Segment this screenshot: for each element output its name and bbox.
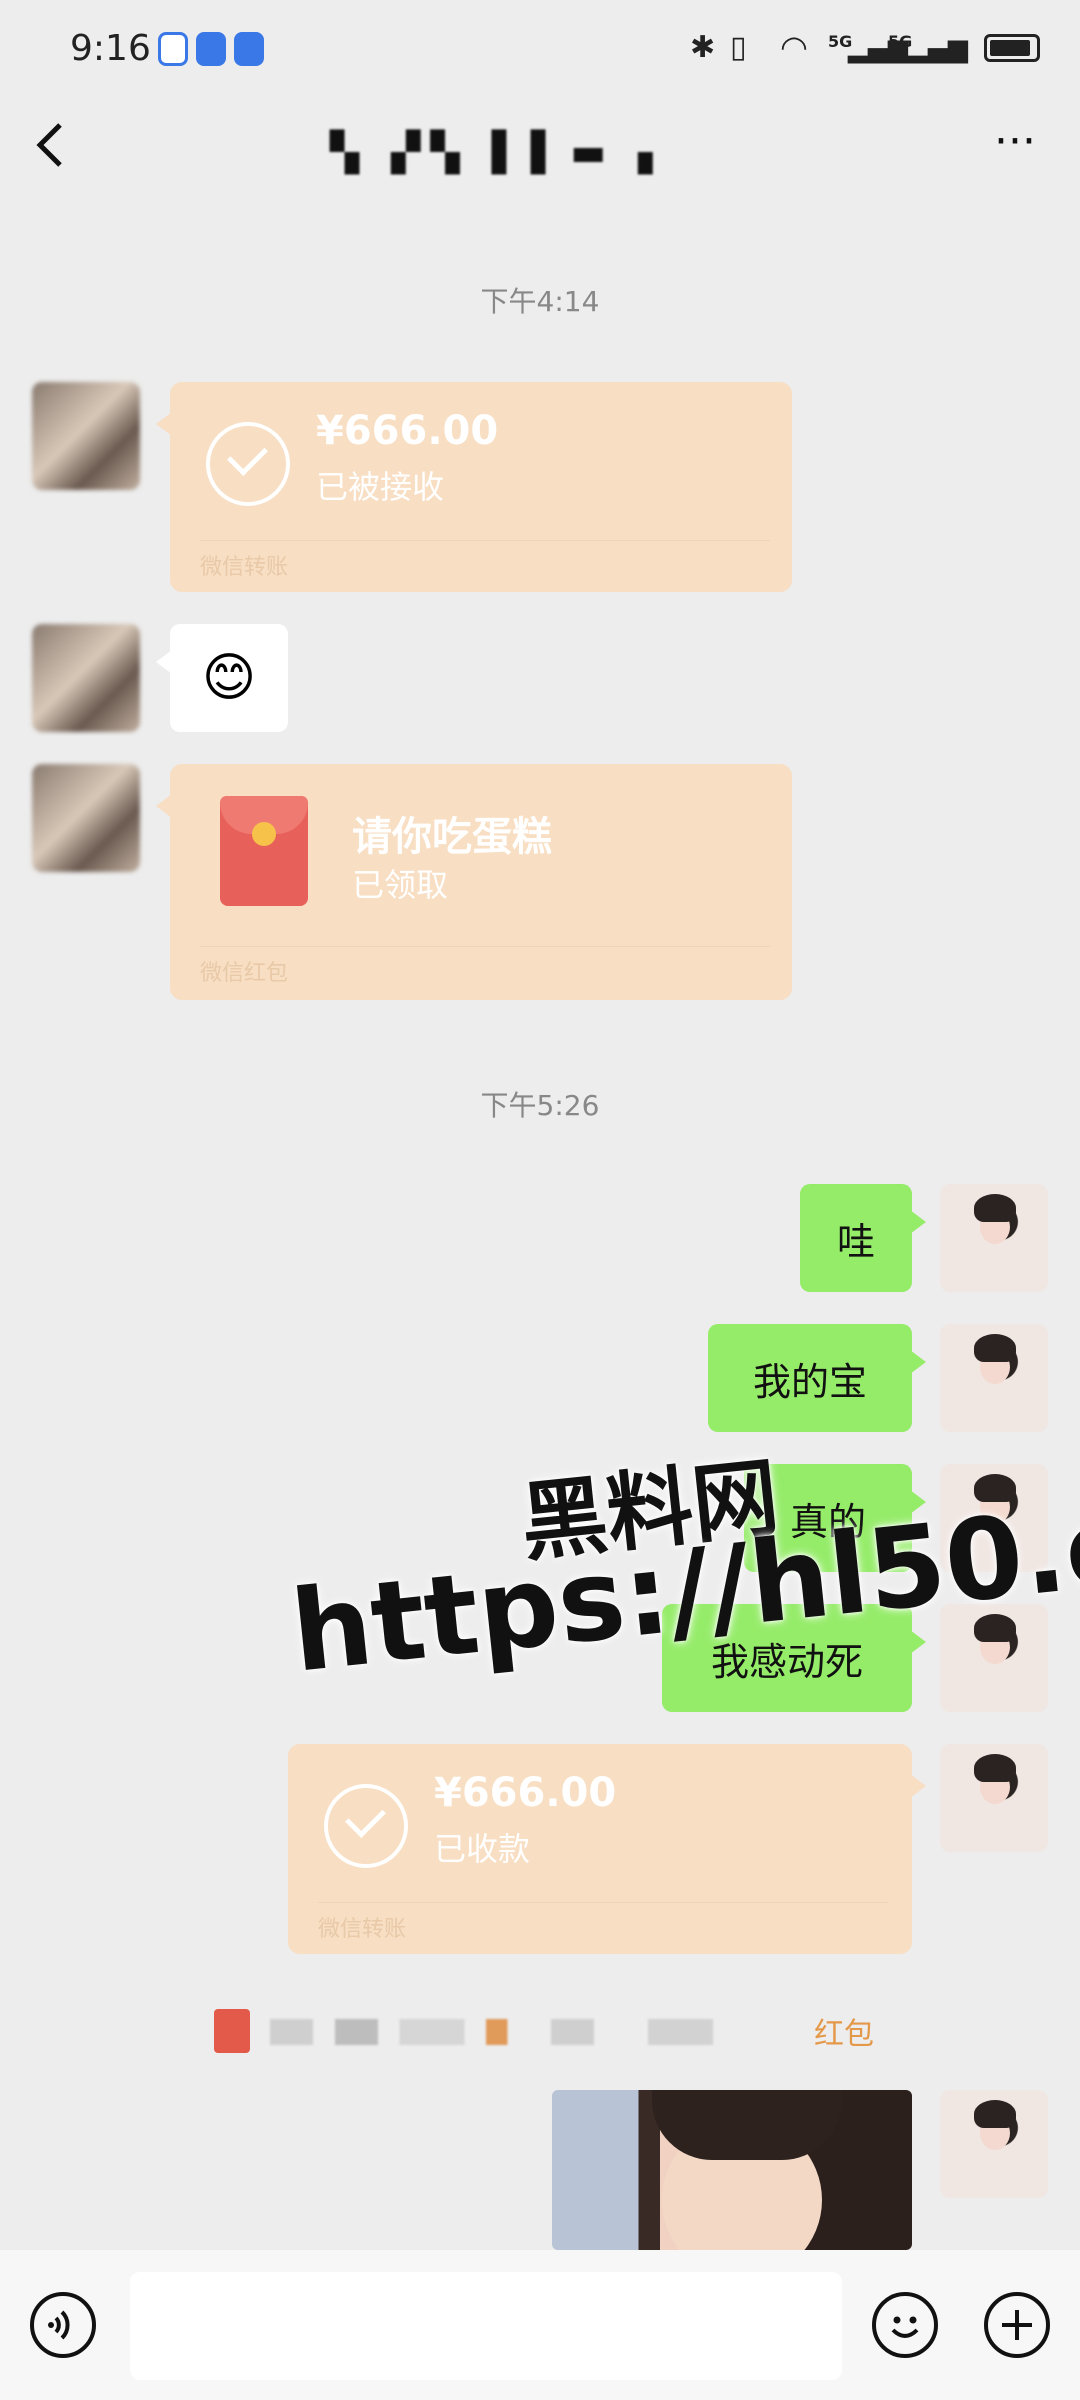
back-button[interactable] <box>30 115 90 185</box>
text-message-sent[interactable]: 我的宝 <box>708 1324 926 1432</box>
red-packet-icon <box>220 796 308 906</box>
my-avatar[interactable] <box>940 1184 1048 1292</box>
emoji-button[interactable] <box>872 2292 938 2358</box>
system-notice: 红包 <box>214 2005 874 2055</box>
red-packet-message[interactable]: 请你吃蛋糕 已领取 微信红包 <box>156 764 792 1000</box>
contact-avatar[interactable] <box>32 382 140 490</box>
transfer-footer: 微信转账 <box>318 1902 888 1943</box>
battery-icon <box>984 34 1040 62</box>
red-packet-status: 已领取 <box>352 866 449 904</box>
bluetooth-icon: ✱ <box>690 30 716 65</box>
voice-button[interactable] <box>30 2292 96 2358</box>
plus-icon <box>1002 2310 1032 2340</box>
signal-icon-2: ▂▄▆ <box>908 34 968 64</box>
voice-icon <box>48 2310 70 2340</box>
chat-title: ▚ ▞▚ ▌▌▬ ▖ <box>330 130 678 174</box>
check-icon <box>206 422 290 506</box>
photo-hair <box>652 2090 842 2160</box>
timestamp: 下午4:14 <box>480 285 600 318</box>
red-packet-title: 请你吃蛋糕 <box>352 814 552 860</box>
check-icon <box>324 1784 408 1868</box>
contact-avatar[interactable] <box>32 624 140 732</box>
mail-icon <box>196 32 226 66</box>
my-avatar[interactable] <box>940 1744 1048 1852</box>
notice-tail: 红包 <box>814 2017 874 2052</box>
transfer-amount: ¥666.00 <box>434 1770 617 1816</box>
input-bar <box>0 2250 1080 2400</box>
red-packet-footer: 微信红包 <box>200 946 770 987</box>
image-message[interactable] <box>552 2090 912 2250</box>
wifi-icon: ◠ <box>780 28 808 66</box>
my-avatar[interactable] <box>940 2090 1048 2198</box>
status-time: 9:16 <box>70 28 151 69</box>
more-icon: ··· <box>994 116 1036 167</box>
status-bar: 9:16 ✱ ▯ ◠ 5G ▂▄▆ 5G ▂▄▆ <box>0 0 1080 100</box>
transfer-amount: ¥666.00 <box>316 408 499 454</box>
vibrate-icon: ▯ <box>730 30 747 65</box>
timestamp: 下午5:26 <box>480 1089 600 1122</box>
emoji-icon <box>891 2316 919 2338</box>
red-packet-small-icon <box>214 2009 250 2053</box>
more-options-button[interactable]: ··· <box>980 120 1050 180</box>
blurred-notice-text <box>270 2019 810 2045</box>
text-message-sent[interactable]: 哇 <box>800 1184 926 1292</box>
emoji-message[interactable]: 😊 <box>156 624 288 732</box>
message-input[interactable] <box>130 2272 842 2380</box>
transfer-status: 已收款 <box>434 1830 531 1868</box>
transfer-status: 已被接收 <box>316 468 445 506</box>
contact-avatar[interactable] <box>32 764 140 872</box>
chevron-left-icon <box>36 123 62 167</box>
transfer-footer: 微信转账 <box>200 540 770 581</box>
notification-icon <box>158 32 188 66</box>
transfer-message-sent[interactable]: ¥666.00 已收款 微信转账 <box>288 1744 926 1954</box>
plus-button[interactable] <box>984 2292 1050 2358</box>
transfer-message-received[interactable]: ¥666.00 已被接收 微信转账 <box>156 382 792 592</box>
my-avatar[interactable] <box>940 1324 1048 1432</box>
app-notify-icon <box>234 32 264 66</box>
